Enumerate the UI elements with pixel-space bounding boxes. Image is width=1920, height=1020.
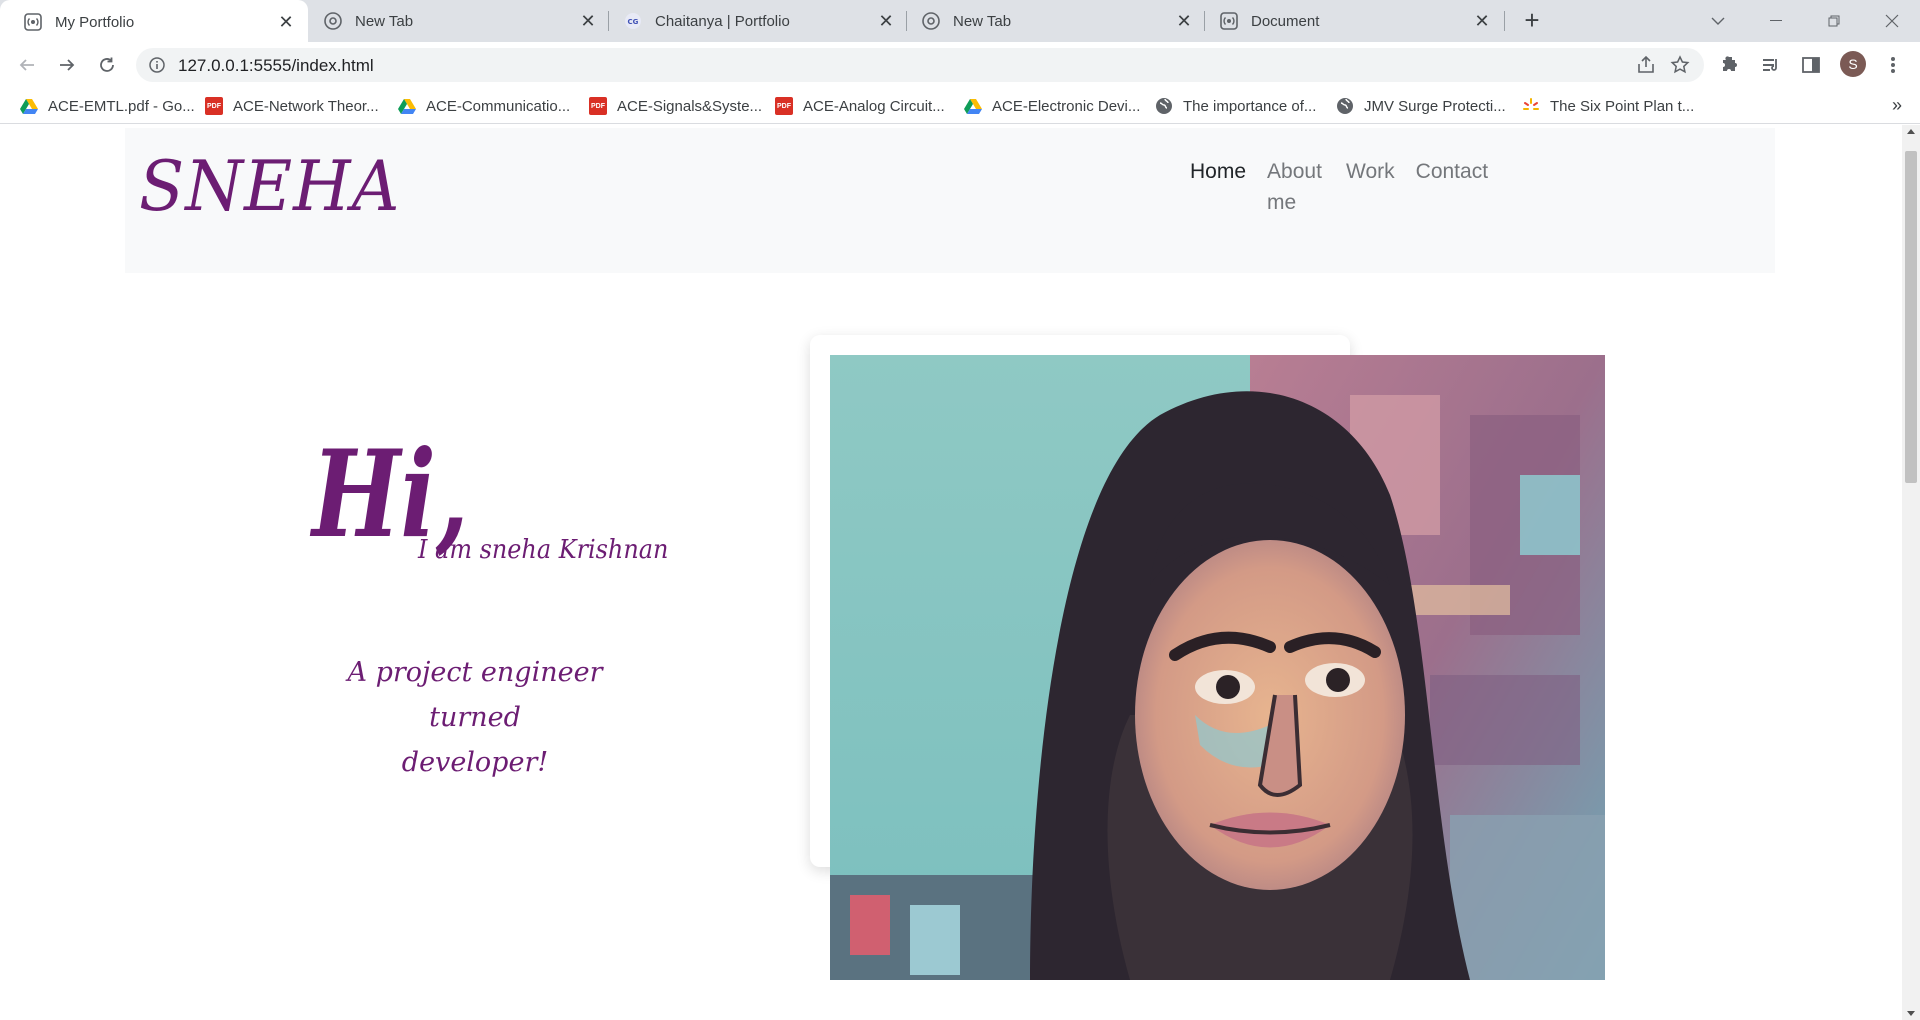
google-drive-icon bbox=[964, 97, 982, 115]
pdf-badge: PDF bbox=[775, 97, 793, 115]
brand-logo[interactable]: SNEHA bbox=[139, 146, 400, 227]
pdf-icon: PDF bbox=[775, 97, 793, 115]
bookmarks-bar: ACE-EMTL.pdf - Go... PDF ACE-Network The… bbox=[0, 88, 1920, 124]
broadcast-icon bbox=[24, 13, 42, 31]
scroll-up-arrow-icon[interactable] bbox=[1907, 129, 1915, 134]
minimize-icon[interactable] bbox=[1748, 0, 1804, 42]
cg-logo-icon: CG bbox=[624, 12, 642, 30]
new-tab-button[interactable]: + bbox=[1519, 7, 1545, 34]
close-tab-icon[interactable]: ✕ bbox=[876, 11, 896, 31]
side-panel-icon[interactable] bbox=[1798, 52, 1824, 78]
hero-intro: I am sneha Krishnan bbox=[418, 535, 669, 565]
svg-text:CG: CG bbox=[628, 18, 639, 26]
tab-title: Document bbox=[1251, 12, 1320, 30]
bookmark-item[interactable]: PDF ACE-Analog Circuit... bbox=[775, 97, 945, 115]
bookmarks-overflow-button[interactable]: » bbox=[1892, 95, 1902, 116]
pdf-icon: PDF bbox=[205, 97, 223, 115]
tab-title: New Tab bbox=[953, 12, 1012, 30]
sunburst-icon bbox=[1522, 97, 1540, 115]
bookmark-label: ACE-Electronic Devi... bbox=[992, 97, 1141, 115]
nav-about-link[interactable]: About me bbox=[1267, 156, 1325, 218]
bookmark-item[interactable]: The importance of... bbox=[1155, 97, 1316, 115]
media-controls-icon[interactable] bbox=[1758, 52, 1784, 78]
bookmark-item[interactable]: The Six Point Plan t... bbox=[1522, 97, 1694, 115]
bookmark-star-icon[interactable] bbox=[1670, 55, 1690, 80]
reload-icon[interactable] bbox=[92, 50, 122, 80]
site-info-icon[interactable] bbox=[148, 56, 166, 74]
bookmark-label: The importance of... bbox=[1183, 97, 1317, 115]
bookmark-label: ACE-Communicatio... bbox=[426, 97, 571, 115]
globe-icon bbox=[1336, 97, 1354, 115]
globe-icon bbox=[1155, 97, 1173, 115]
nav-about-line2: me bbox=[1267, 191, 1297, 214]
profile-avatar[interactable]: S bbox=[1840, 51, 1866, 77]
scroll-down-arrow-icon[interactable] bbox=[1907, 1011, 1915, 1016]
bookmark-item[interactable]: JMV Surge Protecti... bbox=[1336, 97, 1506, 115]
share-icon[interactable] bbox=[1636, 55, 1656, 80]
forward-icon[interactable] bbox=[52, 50, 82, 80]
close-tab-icon[interactable]: ✕ bbox=[1472, 11, 1492, 31]
pdf-badge: PDF bbox=[589, 97, 607, 115]
hero-tagline: A project engineer turned developer! bbox=[310, 650, 640, 785]
tagline-line2: developer! bbox=[401, 747, 549, 778]
tagline-line1: A project engineer turned bbox=[347, 657, 603, 733]
tab-title: My Portfolio bbox=[55, 13, 135, 31]
bookmark-label: ACE-Signals&Syste... bbox=[617, 97, 763, 115]
bookmark-item[interactable]: ACE-EMTL.pdf - Go... bbox=[20, 97, 195, 115]
tab-separator bbox=[1504, 11, 1505, 31]
site-navbar: SNEHA Home About me Work Contact bbox=[125, 128, 1775, 273]
tab-new-tab[interactable]: New Tab ✕ bbox=[300, 0, 610, 42]
chrome-icon bbox=[922, 12, 940, 30]
menu-icon[interactable] bbox=[1880, 52, 1906, 78]
bookmark-label: ACE-Network Theor... bbox=[233, 97, 379, 115]
extensions-icon[interactable] bbox=[1718, 52, 1744, 78]
bookmark-item[interactable]: PDF ACE-Signals&Syste... bbox=[589, 97, 762, 115]
close-tab-icon[interactable]: ✕ bbox=[276, 12, 296, 32]
tab-my-portfolio[interactable]: My Portfolio ✕ bbox=[0, 0, 308, 44]
nav-contact-link[interactable]: Contact bbox=[1416, 156, 1488, 218]
nav-home-link[interactable]: Home bbox=[1190, 156, 1246, 218]
scrollbar-thumb[interactable] bbox=[1905, 151, 1917, 483]
bookmark-item[interactable]: ACE-Communicatio... bbox=[398, 97, 570, 115]
tab-new-tab-2[interactable]: New Tab ✕ bbox=[898, 0, 1206, 42]
pdf-icon: PDF bbox=[589, 97, 607, 115]
bookmark-label: ACE-EMTL.pdf - Go... bbox=[48, 97, 195, 115]
broadcast-icon bbox=[1220, 12, 1238, 30]
google-drive-icon bbox=[20, 97, 38, 115]
restore-icon[interactable] bbox=[1806, 0, 1862, 42]
bookmark-item[interactable]: PDF ACE-Network Theor... bbox=[205, 97, 379, 115]
profile-portrait-image bbox=[830, 355, 1605, 980]
address-bar[interactable]: 127.0.0.1:5555/index.html bbox=[136, 48, 1704, 82]
close-tab-icon[interactable]: ✕ bbox=[578, 11, 598, 31]
pdf-badge: PDF bbox=[205, 97, 223, 115]
google-drive-icon bbox=[398, 97, 416, 115]
tab-search-icon[interactable] bbox=[1690, 0, 1746, 42]
tab-strip: My Portfolio ✕ New Tab ✕ CG Chaitanya | … bbox=[0, 0, 1920, 44]
bookmark-item[interactable]: ACE-Electronic Devi... bbox=[964, 97, 1140, 115]
page-scrollbar[interactable] bbox=[1902, 125, 1920, 1020]
nav-about-line1: About bbox=[1267, 160, 1322, 183]
tab-chaitanya-portfolio[interactable]: CG Chaitanya | Portfolio ✕ bbox=[600, 0, 908, 42]
tab-title: Chaitanya | Portfolio bbox=[655, 12, 790, 30]
tab-document[interactable]: Document ✕ bbox=[1196, 0, 1504, 42]
browser-toolbar: 127.0.0.1:5555/index.html bbox=[0, 42, 1920, 88]
close-tab-icon[interactable]: ✕ bbox=[1174, 11, 1194, 31]
bookmark-label: The Six Point Plan t... bbox=[1550, 97, 1695, 115]
bookmark-label: JMV Surge Protecti... bbox=[1364, 97, 1506, 115]
nav-links: Home About me Work Contact bbox=[1190, 156, 1509, 218]
page-viewport: SNEHA Home About me Work Contact Hi, I a… bbox=[0, 125, 1902, 1020]
url-text[interactable]: 127.0.0.1:5555/index.html bbox=[178, 56, 374, 76]
back-icon[interactable] bbox=[12, 50, 42, 80]
close-window-icon[interactable] bbox=[1864, 0, 1920, 42]
bookmark-label: ACE-Analog Circuit... bbox=[803, 97, 945, 115]
chrome-icon bbox=[324, 12, 342, 30]
nav-work-link[interactable]: Work bbox=[1346, 156, 1395, 218]
tab-title: New Tab bbox=[355, 12, 414, 30]
